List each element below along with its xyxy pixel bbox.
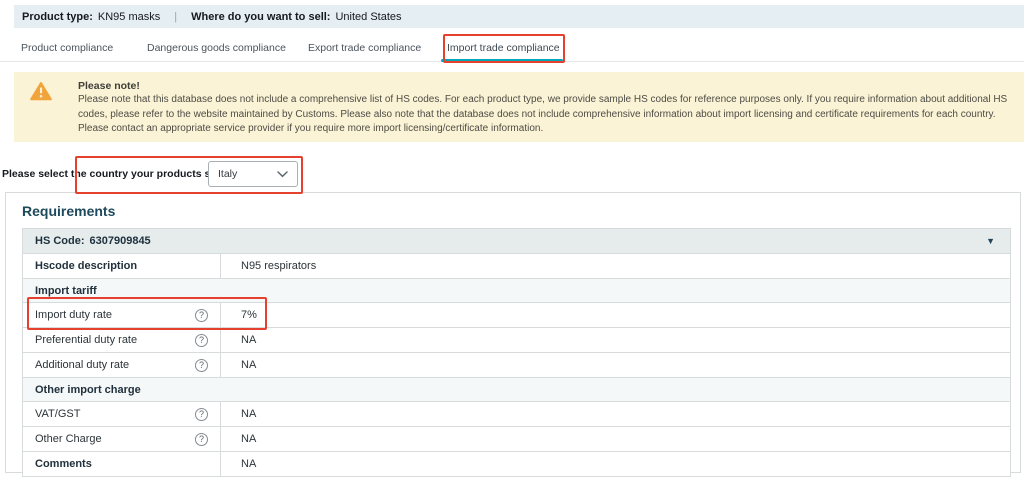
- table-row-additional-duty-rate: Additional duty rate ? NA: [23, 353, 1010, 378]
- section-label: Other import charge: [35, 384, 141, 396]
- row-value: NA: [241, 433, 256, 445]
- help-icon[interactable]: ?: [195, 334, 208, 347]
- requirements-table-body: Hscode description N95 respirators Impor…: [23, 254, 1010, 477]
- topbar-separator: |: [174, 11, 177, 23]
- row-value: N95 respirators: [241, 260, 316, 272]
- row-value: NA: [241, 408, 256, 420]
- product-type-label: Product type:: [22, 11, 93, 23]
- row-value: NA: [241, 334, 256, 346]
- row-label: Comments: [35, 458, 92, 470]
- help-icon[interactable]: ?: [195, 359, 208, 372]
- table-section-row: Import tariff: [23, 279, 1010, 303]
- notice-banner: Please note! Please note that this datab…: [14, 72, 1024, 142]
- tab-export-trade-compliance[interactable]: Export trade compliance: [308, 36, 421, 61]
- section-label: Import tariff: [35, 285, 97, 297]
- topbar: Product type: KN95 masks | Where do you …: [14, 5, 1024, 28]
- row-value: NA: [241, 458, 256, 470]
- page: Product type: KN95 masks | Where do you …: [0, 0, 1024, 470]
- hs-code-header[interactable]: HS Code:6307909845 ▼: [23, 229, 1010, 254]
- row-label: Other Charge: [35, 433, 102, 445]
- table-row-comments: Comments NA: [23, 452, 1010, 477]
- row-value: 7%: [241, 309, 257, 321]
- help-icon[interactable]: ?: [195, 408, 208, 421]
- chevron-down-icon: [277, 165, 288, 183]
- warning-icon: [30, 81, 52, 101]
- sell-destination-label: Where do you want to sell:: [191, 11, 330, 23]
- tab-bar: Product compliance Dangerous goods compli…: [0, 36, 1024, 61]
- help-icon[interactable]: ?: [195, 309, 208, 322]
- row-value: NA: [241, 359, 256, 371]
- table-section-row: Other import charge: [23, 378, 1010, 402]
- ship-from-row: Please select the country your products …: [2, 161, 1022, 189]
- table-row-other-charge: Other Charge ? NA: [23, 427, 1010, 452]
- notice-text: Please note! Please note that this datab…: [78, 79, 1024, 137]
- ship-from-select[interactable]: Italy: [208, 161, 298, 187]
- notice-title: Please note!: [78, 79, 1024, 93]
- sell-destination-value: United States: [335, 11, 401, 23]
- active-tab-underline: [441, 59, 563, 62]
- row-label: VAT/GST: [35, 408, 80, 420]
- requirements-heading: Requirements: [22, 203, 115, 219]
- ship-from-selected-value: Italy: [218, 168, 237, 180]
- collapse-caret-icon[interactable]: ▼: [986, 236, 995, 246]
- table-row-vat-gst: VAT/GST ? NA: [23, 402, 1010, 427]
- table-row-preferential-duty-rate: Preferential duty rate ? NA: [23, 328, 1010, 353]
- row-label: Additional duty rate: [35, 359, 129, 371]
- table-row-hscode-description: Hscode description N95 respirators: [23, 254, 1010, 279]
- help-icon[interactable]: ?: [195, 433, 208, 446]
- tab-import-trade-compliance[interactable]: Import trade compliance: [447, 36, 560, 61]
- row-label: Preferential duty rate: [35, 334, 137, 346]
- hs-code-text: HS Code:6307909845: [35, 235, 151, 247]
- requirements-table: HS Code:6307909845 ▼ Hscode description …: [22, 228, 1011, 477]
- row-label: Hscode description: [35, 260, 137, 272]
- tab-product-compliance[interactable]: Product compliance: [21, 36, 113, 61]
- table-row-import-duty-rate: Import duty rate ? 7%: [23, 303, 1010, 328]
- tab-dangerous-goods-compliance[interactable]: Dangerous goods compliance: [147, 36, 286, 61]
- notice-body: Please note that this database does not …: [78, 93, 1024, 137]
- product-type-value: KN95 masks: [98, 11, 160, 23]
- row-label: Import duty rate: [35, 309, 112, 321]
- requirements-panel: Requirements HS Code:6307909845 ▼ Hscode…: [5, 192, 1021, 473]
